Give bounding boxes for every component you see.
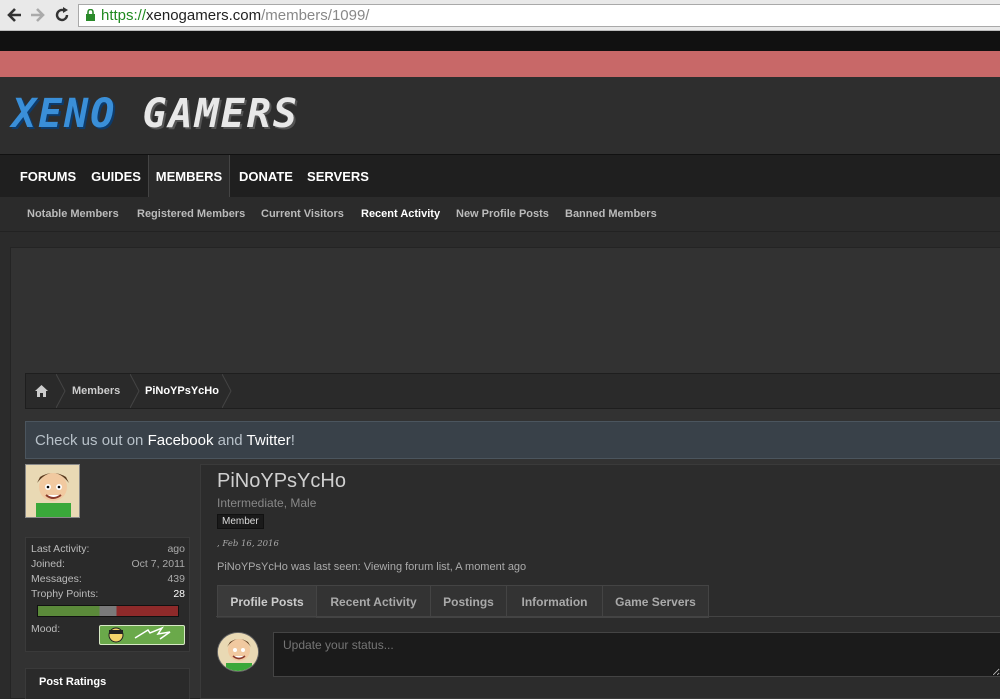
tab-information[interactable]: Information — [506, 585, 603, 618]
url-host: xenogamers.com — [146, 7, 262, 24]
browser-toolbar: https://xenogamers.com/members/1099/ — [0, 0, 1000, 31]
subnav-registered-members[interactable]: Registered Members — [137, 197, 245, 232]
last-seen-link[interactable]: Viewing forum list — [364, 561, 450, 573]
url-scheme: https:// — [101, 7, 147, 24]
subnav-recent-activity[interactable]: Recent Activity — [361, 197, 440, 232]
reload-icon — [55, 7, 69, 22]
reload-button[interactable] — [52, 5, 72, 25]
notice-and: and — [213, 432, 247, 449]
facebook-link[interactable]: Facebook — [148, 432, 214, 449]
mood-label: Mood: — [31, 623, 61, 635]
notice-suffix: ! — [290, 432, 295, 449]
post-ratings-header: Post Ratings — [25, 668, 190, 699]
sub-nav: Notable Members Registered Members Curre… — [0, 197, 1000, 232]
stat-value: Oct 7, 2011 — [131, 558, 185, 570]
profile-username: PiNoYPsYcHo — [217, 470, 346, 492]
avatar-image — [26, 465, 79, 517]
last-seen-suffix: , A moment ago — [449, 561, 527, 573]
site-header: XENO GAMERS — [0, 77, 1000, 154]
stat-value[interactable]: 439 — [167, 573, 185, 585]
last-seen-prefix: PiNoYPsYcHo was last seen: — [217, 561, 364, 573]
site-logo[interactable]: XENO GAMERS — [12, 91, 299, 137]
main-nav: FORUMS GUIDES MEMBERS DONATE SERVERS — [0, 154, 1000, 198]
stat-value: ago — [167, 543, 185, 555]
stat-messages: Messages: 439 — [31, 573, 185, 587]
stat-label: Joined: — [31, 558, 65, 570]
social-notice: Check us out on Facebook and Twitter! — [25, 421, 1000, 459]
twitter-link[interactable]: Twitter — [247, 432, 291, 449]
user-group-badge: Member — [217, 514, 264, 529]
tab-postings[interactable]: Postings — [430, 585, 507, 618]
mood-icon — [108, 626, 171, 643]
profile-user-title: Intermediate, Male — [217, 496, 317, 510]
url-path: /members/1099/ — [261, 7, 370, 24]
breadcrumb-separator — [56, 374, 66, 408]
breadcrumb: Members PiNoYPsYcHo — [25, 373, 1000, 409]
subnav-banned-members[interactable]: Banned Members — [565, 197, 657, 232]
tab-recent-activity[interactable]: Recent Activity — [316, 585, 431, 618]
tab-game-servers[interactable]: Game Servers — [602, 585, 709, 618]
subnav-new-profile-posts[interactable]: New Profile Posts — [456, 197, 549, 232]
profile-avatar[interactable] — [25, 464, 80, 518]
breadcrumb-home[interactable] — [35, 374, 49, 408]
status-avatar[interactable] — [217, 632, 259, 672]
logo-xeno: XENO — [12, 91, 117, 137]
stat-trophy-points: Trophy Points: 28 — [31, 588, 185, 602]
notice-prefix: Check us out on — [35, 432, 148, 449]
logo-gamers: GAMERS — [142, 91, 299, 137]
member-stats: Last Activity: ago Joined: Oct 7, 2011 M… — [25, 537, 190, 652]
status-update-input[interactable] — [273, 632, 1000, 677]
last-seen: PiNoYPsYcHo was last seen: Viewing forum… — [217, 561, 526, 573]
breadcrumb-separator — [222, 374, 232, 408]
lock-icon — [86, 9, 95, 21]
stat-label: Trophy Points: — [31, 588, 99, 600]
arrow-left-icon — [7, 8, 21, 22]
subnav-notable-members[interactable]: Notable Members — [27, 197, 119, 232]
tab-profile-posts[interactable]: Profile Posts — [217, 585, 317, 618]
forward-button[interactable] — [28, 5, 48, 25]
profile-date: , Feb 16, 2016 — [217, 539, 279, 549]
stat-joined: Joined: Oct 7, 2011 — [31, 558, 185, 572]
breadcrumb-members[interactable]: Members — [72, 374, 120, 408]
stat-value[interactable]: 28 — [173, 588, 185, 600]
nav-tab-donate[interactable]: DONATE — [230, 155, 302, 198]
breadcrumb-separator — [130, 374, 140, 408]
accent-band — [0, 51, 1000, 77]
breadcrumb-current-user[interactable]: PiNoYPsYcHo — [145, 374, 219, 408]
nav-tab-guides[interactable]: GUIDES — [84, 155, 148, 198]
stat-label: Messages: — [31, 573, 82, 585]
top-strip — [0, 31, 1000, 51]
nav-tab-members[interactable]: MEMBERS — [148, 155, 230, 198]
avatar-image — [218, 633, 258, 671]
mood-image[interactable] — [99, 625, 185, 645]
home-icon — [35, 385, 48, 397]
stat-last-activity: Last Activity: ago — [31, 543, 185, 557]
address-bar[interactable]: https://xenogamers.com/members/1099/ — [78, 4, 1000, 27]
subnav-current-visitors[interactable]: Current Visitors — [261, 197, 344, 232]
stat-label: Last Activity: — [31, 543, 90, 555]
back-button[interactable] — [4, 5, 24, 25]
nav-tab-servers[interactable]: SERVERS — [302, 155, 374, 198]
trophy-progress-bar — [37, 605, 179, 617]
arrow-right-icon — [31, 8, 45, 22]
tab-divider — [216, 616, 1000, 617]
nav-tab-forums[interactable]: FORUMS — [12, 155, 84, 198]
